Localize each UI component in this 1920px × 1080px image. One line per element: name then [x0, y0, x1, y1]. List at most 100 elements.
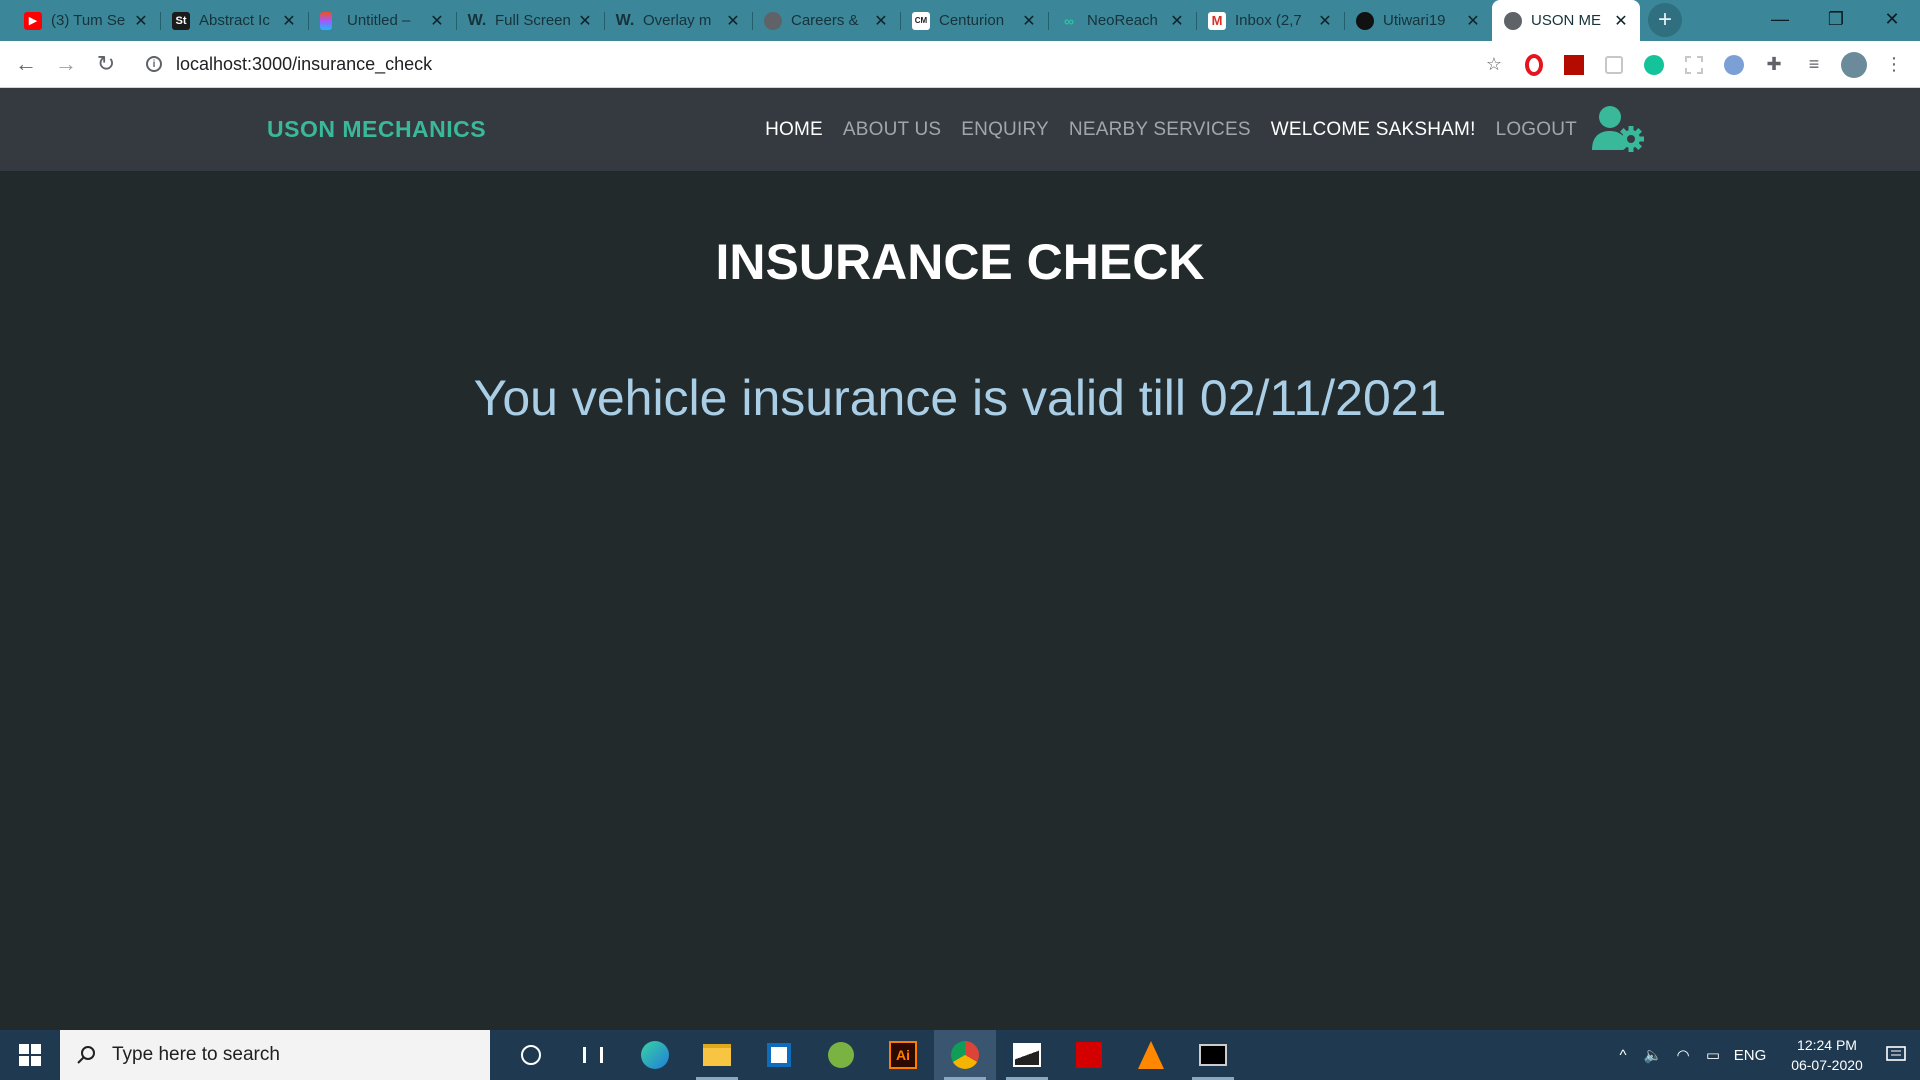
store-icon[interactable]: [748, 1030, 810, 1080]
illustrator-icon[interactable]: Ai: [872, 1030, 934, 1080]
speaker-icon[interactable]: 🔈: [1638, 1046, 1668, 1064]
clock-date: 06-07-2020: [1791, 1057, 1863, 1073]
terminal-icon[interactable]: [1182, 1030, 1244, 1080]
chrome-icon[interactable]: [934, 1030, 996, 1080]
tab-neoreach[interactable]: ∞ NeoReach ✕: [1048, 4, 1196, 37]
android-studio-icon[interactable]: [810, 1030, 872, 1080]
cm-icon: CM: [912, 11, 930, 30]
tab-youtube[interactable]: ▶ (3) Tum Se ✕: [12, 4, 160, 37]
tab-title: Utiwari19: [1383, 12, 1446, 29]
puzzle-icon[interactable]: ✚: [1760, 51, 1788, 79]
globe-icon: [1504, 11, 1522, 30]
tab-careers[interactable]: Careers & ✕: [752, 4, 900, 37]
close-tab-icon[interactable]: ✕: [1020, 11, 1038, 31]
bookmark-star-icon[interactable]: ☆: [1480, 51, 1508, 79]
acrobat-reader-icon[interactable]: [1058, 1030, 1120, 1080]
task-view-icon[interactable]: [562, 1030, 624, 1080]
browser-tab-strip: ▶ (3) Tum Se ✕ St Abstract Ic ✕ Untitled…: [0, 0, 1920, 41]
insurance-status-message: You vehicle insurance is valid till 02/1…: [473, 370, 1447, 426]
nav-enquiry[interactable]: ENQUIRY: [961, 119, 1049, 141]
windows-taskbar: Type here to search Ai ^ 🔈 ◠ ▭ ENG 12:24…: [0, 1030, 1920, 1080]
wifi-icon[interactable]: ◠: [1668, 1046, 1698, 1064]
new-tab-button[interactable]: +: [1648, 3, 1682, 37]
tab-title: Full Screen: [495, 12, 571, 29]
clock[interactable]: 12:24 PM 06-07-2020: [1782, 1035, 1872, 1075]
close-tab-icon[interactable]: ✕: [724, 11, 742, 31]
github-icon: [1356, 11, 1374, 30]
close-tab-icon[interactable]: ✕: [872, 11, 890, 31]
window-controls: — ❐ ✕: [1752, 0, 1920, 38]
edge-icon[interactable]: [624, 1030, 686, 1080]
close-tab-icon[interactable]: ✕: [280, 11, 298, 31]
close-tab-icon[interactable]: ✕: [1464, 11, 1482, 31]
tab-list: ▶ (3) Tum Se ✕ St Abstract Ic ✕ Untitled…: [0, 0, 1682, 41]
close-tab-icon[interactable]: ✕: [576, 11, 594, 31]
grammarly-icon[interactable]: [1640, 51, 1668, 79]
tab-title: NeoReach: [1087, 12, 1158, 29]
brand-logo[interactable]: USON MECHANICS: [267, 116, 486, 143]
pocket-icon[interactable]: [1600, 51, 1628, 79]
close-tab-icon[interactable]: ✕: [1168, 11, 1186, 31]
nav-logout[interactable]: LOGOUT: [1496, 119, 1577, 141]
tab-abstract[interactable]: St Abstract Ic ✕: [160, 4, 308, 37]
profile-avatar-icon[interactable]: [1840, 51, 1868, 79]
close-tab-icon[interactable]: ✕: [132, 11, 150, 31]
clock-time: 12:24 PM: [1797, 1037, 1857, 1053]
forward-button[interactable]: →: [46, 44, 86, 84]
close-tab-icon[interactable]: ✕: [1316, 11, 1334, 31]
nav-nearby-services[interactable]: NEARBY SERVICES: [1069, 119, 1251, 141]
acrobat-icon[interactable]: [1560, 51, 1588, 79]
chevron-up-icon[interactable]: ^: [1608, 1047, 1638, 1064]
file-explorer-icon[interactable]: [686, 1030, 748, 1080]
back-button[interactable]: ←: [6, 44, 46, 84]
info-icon[interactable]: i: [146, 56, 162, 72]
youtube-icon: ▶: [24, 11, 42, 30]
tab-title: USON ME: [1531, 12, 1602, 29]
vlc-icon[interactable]: [1120, 1030, 1182, 1080]
user-settings-icon[interactable]: [1590, 104, 1646, 154]
language-indicator[interactable]: ENG: [1728, 1047, 1772, 1064]
tab-full-screen[interactable]: W. Full Screen ✕: [456, 4, 604, 37]
extension-grid-icon[interactable]: [1680, 51, 1708, 79]
st-icon: St: [172, 11, 190, 30]
url-text[interactable]: localhost:3000/insurance_check: [176, 54, 432, 75]
photos-icon[interactable]: [996, 1030, 1058, 1080]
battery-icon[interactable]: ▭: [1698, 1046, 1728, 1064]
reload-button[interactable]: ↻: [86, 44, 126, 84]
minimize-icon[interactable]: —: [1752, 0, 1808, 38]
cortana-icon[interactable]: [500, 1030, 562, 1080]
nav-about-us[interactable]: ABOUT US: [843, 119, 941, 141]
compass-icon[interactable]: [1720, 51, 1748, 79]
close-tab-icon[interactable]: ✕: [428, 11, 446, 31]
windows-start-icon[interactable]: [0, 1030, 60, 1080]
taskbar-search-box[interactable]: Type here to search: [60, 1030, 490, 1080]
nav-welcome-user[interactable]: WELCOME SAKSHAM!: [1271, 119, 1476, 141]
page-title: INSURANCE CHECK: [715, 234, 1205, 290]
tab-figma[interactable]: Untitled – ✕: [308, 4, 456, 37]
notification-icon[interactable]: [1872, 1030, 1920, 1080]
tab-title: Abstract Ic: [199, 12, 270, 29]
media-queue-icon[interactable]: ≡: [1800, 51, 1828, 79]
close-tab-icon[interactable]: ✕: [1612, 11, 1630, 31]
globe-icon: [764, 11, 782, 30]
restore-icon[interactable]: ❐: [1808, 0, 1864, 38]
tab-github[interactable]: Utiwari19 ✕: [1344, 4, 1492, 37]
tab-gmail[interactable]: M Inbox (2,7 ✕: [1196, 4, 1344, 37]
omnibox[interactable]: i localhost:3000/insurance_check: [132, 46, 1472, 82]
tab-title: (3) Tum Se: [51, 12, 126, 29]
nav-menu: HOME ABOUT US ENQUIRY NEARBY SERVICES WE…: [745, 88, 1577, 171]
site-navbar: USON MECHANICS HOME ABOUT US ENQUIRY NEA…: [0, 88, 1920, 171]
system-tray: ^ 🔈 ◠ ▭ ENG 12:24 PM 06-07-2020: [1608, 1030, 1920, 1080]
tab-centurion[interactable]: CM Centurion ✕: [900, 4, 1048, 37]
close-window-icon[interactable]: ✕: [1864, 0, 1920, 38]
tab-title: Centurion: [939, 12, 1005, 29]
opera-icon[interactable]: [1520, 51, 1548, 79]
menu-kebab-icon[interactable]: ⋮: [1880, 51, 1908, 79]
tab-uson-active[interactable]: USON ME ✕: [1492, 0, 1640, 41]
tab-title: Careers &: [791, 12, 859, 29]
taskbar-apps: Ai: [500, 1030, 1244, 1080]
w-icon: W.: [467, 11, 487, 29]
nav-home[interactable]: HOME: [765, 119, 823, 141]
tab-title: Untitled –: [347, 12, 411, 29]
tab-overlay[interactable]: W. Overlay m ✕: [604, 4, 752, 37]
